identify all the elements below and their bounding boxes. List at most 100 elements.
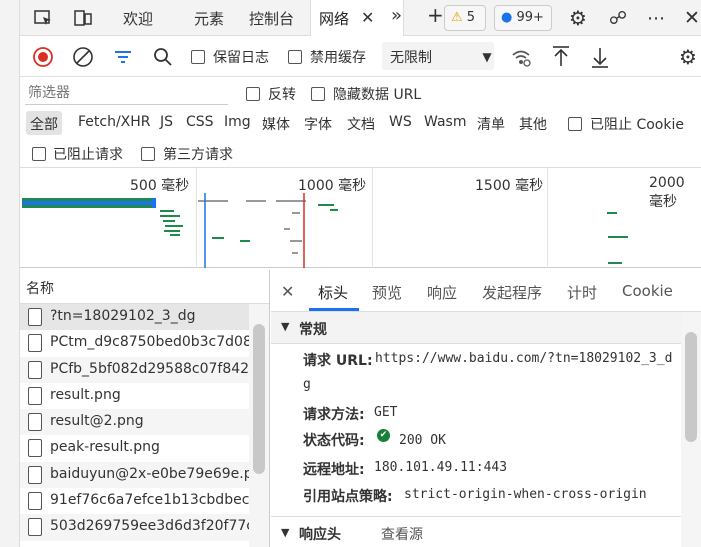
tab-preview[interactable]: 预览	[372, 282, 402, 303]
network-toolbar: 保留日志 禁用缓存 无限制 ▼ ⚙	[20, 37, 701, 77]
file-icon	[28, 518, 42, 537]
tab-response[interactable]: 响应	[427, 282, 457, 303]
disable-cache-label: 禁用缓存	[310, 50, 366, 66]
status-value: 200 OK	[399, 433, 446, 448]
file-icon	[28, 386, 42, 405]
detail-scrollbar[interactable]	[681, 312, 701, 547]
list-item[interactable]: 91ef76c6a7efce1b13cbdbecd9	[20, 488, 269, 514]
type-js[interactable]: JS	[160, 114, 173, 130]
third-party-label: 第三方请求	[163, 147, 233, 163]
collapse-triangle-icon: ▼	[281, 526, 290, 539]
close-detail-icon[interactable]: ✕	[281, 282, 294, 301]
request-detail-panel: ✕ 标头 预览 响应 发起程序 计时 Cookie ▼ 常规 请求 URL: h…	[271, 270, 701, 547]
type-media[interactable]: 媒体	[262, 114, 290, 134]
type-ws[interactable]: WS	[389, 114, 412, 130]
file-icon	[28, 413, 42, 432]
warnings-badge[interactable]: ⚠ 5	[444, 5, 486, 31]
disable-cache-checkbox[interactable]	[288, 49, 302, 65]
type-img[interactable]: Img	[224, 114, 251, 130]
type-other[interactable]: 其他	[519, 114, 547, 134]
tab-welcome[interactable]: 欢迎	[123, 8, 153, 29]
list-item[interactable]: baiduyun@2x-e0be79e69e.pn	[20, 461, 269, 489]
close-tab-icon[interactable]: ✕	[361, 8, 374, 27]
type-fetch-xhr[interactable]: Fetch/XHR	[78, 114, 151, 130]
remote-address-value: 180.101.49.11:443	[374, 460, 508, 475]
type-css[interactable]: CSS	[186, 114, 214, 130]
left-edge	[0, 0, 20, 547]
waterfall-overview	[22, 193, 628, 268]
more-options-icon[interactable]: ⋯	[644, 7, 668, 29]
tab-timing[interactable]: 计时	[567, 282, 597, 303]
hide-data-urls-checkbox[interactable]	[311, 86, 325, 102]
export-har-icon[interactable]	[589, 45, 611, 69]
response-headers-title: 响应头	[299, 527, 341, 543]
invert-label: 反转	[268, 87, 296, 103]
blocked-requests-label: 已阻止请求	[53, 147, 123, 163]
record-icon[interactable]	[32, 46, 54, 68]
file-icon	[28, 492, 42, 511]
list-item[interactable]: result.png	[20, 383, 269, 409]
detail-tabs: ✕ 标头 预览 响应 发起程序 计时 Cookie	[271, 270, 701, 312]
customize-icon[interactable]: ☍	[606, 7, 630, 29]
type-doc[interactable]: 文档	[347, 114, 375, 134]
close-devtools-icon[interactable]: ✕	[681, 7, 701, 29]
tab-console[interactable]: 控制台	[249, 8, 294, 29]
search-icon[interactable]	[152, 46, 174, 68]
status-label: 状态代码:	[303, 433, 365, 449]
tab-elements[interactable]: 元素	[194, 8, 224, 29]
message-icon: ●	[501, 10, 513, 25]
referrer-policy-label: 引用站点策略:	[303, 489, 393, 505]
blocked-cookies-checkbox[interactable]	[568, 116, 582, 132]
list-item[interactable]: PCfb_5bf082d29588c07f842cc	[20, 356, 269, 383]
list-item[interactable]: ?tn=18029102_3_dg	[20, 304, 269, 331]
import-har-icon[interactable]	[550, 45, 572, 69]
request-url-wrap: g	[303, 377, 311, 392]
list-item[interactable]: PCtm_d9c8750bed0b3c7d089	[20, 330, 269, 356]
preserve-log-checkbox[interactable]	[191, 49, 205, 65]
blocked-requests-checkbox[interactable]	[32, 146, 46, 162]
tab-network[interactable]: 网络	[319, 8, 349, 29]
type-wasm[interactable]: Wasm	[424, 114, 466, 130]
response-headers-section[interactable]: ▼ 响应头 查看源	[271, 516, 681, 547]
messages-count: 99+	[516, 10, 544, 25]
hide-data-urls-label: 隐藏数据 URL	[333, 87, 422, 103]
messages-badge[interactable]: ● 99+	[494, 5, 552, 31]
list-scrollbar[interactable]	[249, 304, 269, 547]
blocked-row: 已阻止请求 第三方请求	[20, 138, 701, 168]
more-tabs-icon[interactable]: »	[391, 5, 402, 26]
file-icon	[28, 334, 42, 353]
network-settings-icon[interactable]: ⚙	[676, 45, 700, 69]
network-conditions-icon[interactable]	[510, 46, 532, 68]
third-party-checkbox[interactable]	[141, 146, 155, 162]
preserve-log-label: 保留日志	[213, 50, 269, 66]
request-url-label: 请求 URL:	[303, 353, 373, 369]
scrollbar-thumb[interactable]	[253, 324, 265, 474]
tab-cookies[interactable]: Cookie	[622, 282, 673, 300]
settings-icon[interactable]: ⚙	[566, 6, 590, 30]
list-item[interactable]: result@2.png	[20, 409, 269, 436]
list-item[interactable]: 503d269759ee3d6d3f20f77c6	[20, 514, 269, 541]
clear-icon[interactable]	[72, 46, 94, 68]
tab-headers[interactable]: 标头	[318, 282, 348, 303]
collapse-triangle-icon: ▼	[281, 320, 290, 333]
name-column-header[interactable]: 名称	[20, 270, 269, 304]
general-section-header[interactable]: ▼ 常规	[271, 312, 701, 344]
device-emulation-icon[interactable]	[72, 8, 94, 28]
add-tab-icon[interactable]: +	[427, 3, 444, 27]
filter-icon[interactable]	[112, 46, 134, 68]
method-value: GET	[374, 405, 398, 420]
type-font[interactable]: 字体	[304, 114, 332, 134]
chevron-down-icon[interactable]: ▼	[478, 48, 496, 66]
scrollbar-thumb[interactable]	[685, 332, 697, 442]
invert-checkbox[interactable]	[246, 86, 260, 102]
network-overview: 500 毫秒 1000 毫秒 1500 毫秒 2000 毫秒	[20, 168, 701, 268]
inspect-element-icon[interactable]	[32, 8, 54, 28]
tab-initiator[interactable]: 发起程序	[482, 282, 542, 303]
filter-input[interactable]	[25, 81, 228, 105]
type-all[interactable]: 全部	[26, 111, 62, 135]
list-item[interactable]: peak-result.png	[20, 435, 269, 461]
method-label: 请求方法:	[303, 407, 365, 423]
general-title: 常规	[299, 322, 327, 338]
view-source-link[interactable]: 查看源	[381, 524, 423, 544]
type-manifest[interactable]: 清单	[477, 114, 505, 134]
